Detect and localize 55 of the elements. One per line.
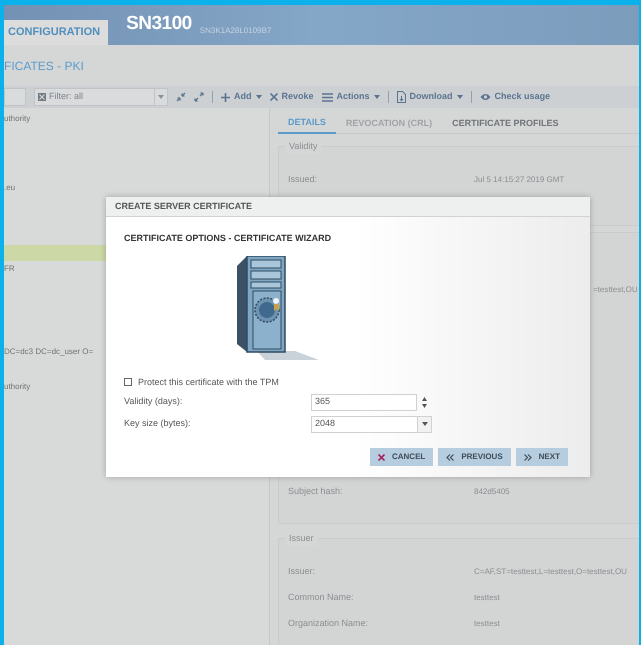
eye-icon xyxy=(480,93,491,101)
tab[interactable]: CERTIFICATE PROFILES xyxy=(442,114,569,134)
add-button[interactable]: Add xyxy=(221,90,262,104)
tree-item[interactable]: .eu xyxy=(4,180,269,196)
search-field[interactable] xyxy=(4,88,26,106)
field-label: Subject hash: xyxy=(288,485,344,498)
filter-select[interactable]: Filter: all xyxy=(34,88,168,106)
field-label: Key size (bytes): xyxy=(124,417,192,430)
field-value: C=AF,ST=testtest,L=testtest,O=testtest,OU xyxy=(474,566,627,578)
field-label: Issued: xyxy=(288,173,318,186)
caret-icon xyxy=(158,95,164,99)
tab[interactable]: DETAILS xyxy=(278,114,336,134)
file-download-icon xyxy=(396,91,406,103)
caret-icon xyxy=(456,95,463,99)
download-button[interactable]: Download xyxy=(396,90,463,104)
revoke-button[interactable]: Revoke xyxy=(270,90,314,104)
field-value: testtest xyxy=(474,592,500,604)
field-label: Validity (days): xyxy=(124,395,184,408)
checkbox-label: Protect this certificate with the TPM xyxy=(138,376,279,388)
check-button[interactable]: Check usage xyxy=(480,90,550,104)
field-label: Organization Name: xyxy=(288,617,370,630)
input-field[interactable]: 365 xyxy=(311,394,417,410)
field-value: Jul 5 14:15:27 2019 GMT xyxy=(474,174,564,186)
serial-number: SN3K1A28L0109B7 xyxy=(200,27,272,35)
double-chevron-right-icon xyxy=(524,454,532,460)
section-title: Validity xyxy=(285,140,322,154)
cancel-button[interactable]: CANCEL xyxy=(370,448,434,466)
dialog-title: CREATE SERVER CERTIFICATE xyxy=(115,200,252,213)
double-chevron-left-icon xyxy=(446,454,454,460)
actions-button[interactable]: Actions xyxy=(322,90,380,104)
caret-icon xyxy=(256,95,262,99)
field-label: Issuer: xyxy=(288,565,316,578)
field-value: testtest xyxy=(474,618,500,630)
menu-icon xyxy=(322,92,333,102)
caret-icon xyxy=(374,95,380,99)
field-value: =testtest,OU xyxy=(593,284,638,296)
wizard-heading: CERTIFICATE OPTIONS - CERTIFICATE WIZARD xyxy=(124,232,332,245)
plus-icon xyxy=(221,92,230,102)
field-label: Common Name: xyxy=(288,591,355,604)
close-icon xyxy=(378,454,385,460)
previous-button[interactable]: PREVIOUS xyxy=(438,448,511,466)
checkbox[interactable] xyxy=(124,378,132,386)
select-field[interactable]: 2048 xyxy=(311,416,432,432)
spinner-arrows-icon[interactable] xyxy=(422,396,427,408)
filter-icon xyxy=(38,93,46,101)
collapse-icon[interactable] xyxy=(176,92,186,102)
close-icon xyxy=(270,93,278,101)
tree-item[interactable]: uthority xyxy=(4,111,269,127)
field-value: 842d5405 xyxy=(474,486,510,498)
configuration-tab[interactable]: CONFIGURATION xyxy=(4,20,108,45)
device-title: SN3100 xyxy=(126,13,192,35)
page-title: FICATES - PKI xyxy=(4,58,84,74)
next-button[interactable]: NEXT xyxy=(516,448,568,466)
expand-icon[interactable] xyxy=(194,92,204,102)
caret-icon xyxy=(422,422,428,426)
